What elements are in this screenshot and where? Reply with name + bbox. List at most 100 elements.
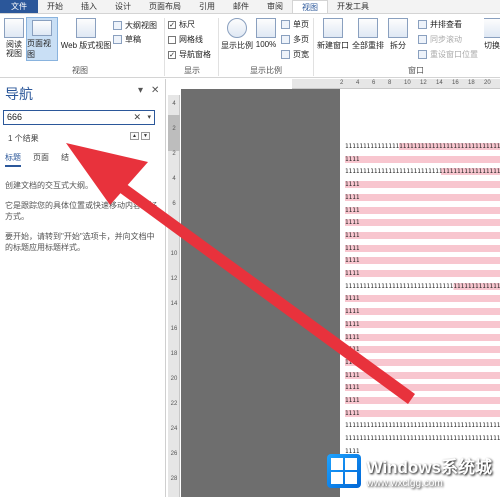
checkbox-empty-icon bbox=[168, 35, 176, 44]
nav-pane-label: 导航窗格 bbox=[179, 50, 211, 59]
checkbox-checked-icon: ✓ bbox=[168, 20, 176, 29]
search-options-icon[interactable]: ▾ bbox=[147, 111, 151, 124]
ruler-tick-label: 14 bbox=[170, 301, 178, 307]
document-line: 1111 bbox=[345, 371, 500, 379]
tab-file[interactable]: 文件 bbox=[0, 0, 38, 13]
side-by-side-button[interactable]: 并排查看 bbox=[418, 19, 462, 30]
ruler-tick-label: 4 bbox=[356, 80, 360, 86]
document-line: 1111 bbox=[345, 231, 500, 239]
tab-view[interactable]: 视图 bbox=[292, 0, 328, 13]
switch-window-button[interactable]: 切换 bbox=[484, 18, 500, 51]
tab-review[interactable]: 审阅 bbox=[258, 0, 292, 13]
page-icon bbox=[32, 20, 52, 36]
tab-page-layout[interactable]: 页面布局 bbox=[140, 0, 190, 13]
new-window-label: 新建窗口 bbox=[317, 41, 349, 50]
one-page-icon bbox=[281, 20, 290, 29]
close-icon[interactable]: ✕ bbox=[151, 85, 159, 96]
page-width-label: 页宽 bbox=[293, 50, 309, 59]
nav-search-input[interactable]: 666 ✕ ▾ bbox=[3, 110, 155, 125]
document-line: 1111 bbox=[345, 295, 500, 303]
document-page[interactable]: 1111 1111 1111 1111 1111 1111 1111 1111 1111 1111… bbox=[340, 89, 500, 497]
ruler-tick-label: 14 bbox=[436, 80, 443, 86]
document-line: 1111 bbox=[345, 346, 500, 354]
watermark-title: Windows系统城 bbox=[366, 458, 492, 477]
nav-tab-pages[interactable]: 页面 bbox=[33, 152, 49, 167]
navigation-pane: 导航 ▾ ✕ 666 ✕ ▾ 1 个结果 ▲ ▼ 标题 页面 结 创建文档的交互… bbox=[0, 79, 166, 497]
gridlines-checkbox[interactable]: 网格线 bbox=[168, 34, 203, 45]
read-mode-label: 阅读 视图 bbox=[6, 40, 22, 58]
document-line: 1111 bbox=[345, 219, 500, 227]
previous-result-icon[interactable]: ▲ bbox=[130, 132, 139, 140]
tab-mailings[interactable]: 邮件 bbox=[224, 0, 258, 13]
one-page-button[interactable]: 单页 bbox=[281, 19, 309, 30]
vertical-ruler[interactable]: 4 2 2 4 6 8 10 12 14 16 18 20 22 24 26 28 bbox=[168, 95, 180, 497]
sync-scroll-label: 同步滚动 bbox=[430, 35, 462, 44]
draft-icon bbox=[113, 35, 122, 44]
document-line: 1111 bbox=[345, 257, 500, 265]
document-line: 1111 bbox=[345, 155, 500, 163]
split-button[interactable]: 拆分 bbox=[387, 18, 409, 51]
web-layout-button[interactable]: Web 版式视图 bbox=[60, 18, 112, 51]
ribbon-tabs: 文件 开始 插入 设计 页面布局 引用 邮件 审阅 视图 开发工具 bbox=[0, 0, 500, 14]
zoom-100-button[interactable]: 100% bbox=[255, 18, 277, 49]
tab-insert[interactable]: 插入 bbox=[72, 0, 106, 13]
gridlines-label: 网格线 bbox=[179, 35, 203, 44]
nav-tab-results[interactable]: 结 bbox=[61, 152, 69, 167]
group-divider bbox=[313, 18, 314, 76]
ruler-tick-label: 24 bbox=[170, 426, 178, 432]
ruler-tick-label: 8 bbox=[172, 226, 176, 232]
multi-page-button[interactable]: 多页 bbox=[281, 34, 309, 45]
ruler-label: 标尺 bbox=[179, 20, 195, 29]
zoom-button[interactable]: 显示比例 bbox=[221, 18, 253, 51]
ruler-tick-label: 6 bbox=[372, 80, 376, 86]
next-result-icon[interactable]: ▼ bbox=[141, 132, 150, 140]
document-line: 1111 bbox=[345, 320, 500, 328]
reset-position-label: 重设窗口位置 bbox=[430, 50, 478, 59]
zoom-100-label: 100% bbox=[255, 40, 277, 49]
one-page-label: 单页 bbox=[293, 20, 309, 29]
reset-position-button[interactable]: 重设窗口位置 bbox=[418, 49, 478, 60]
draft-button[interactable]: 草稿 bbox=[113, 34, 141, 45]
tab-developer[interactable]: 开发工具 bbox=[328, 0, 378, 13]
switch-window-label: 切换 bbox=[484, 41, 500, 50]
nav-tab-headings[interactable]: 标题 bbox=[5, 152, 21, 167]
tab-design[interactable]: 设计 bbox=[106, 0, 140, 13]
ruler-tick-label: 2 bbox=[172, 126, 176, 132]
horizontal-ruler[interactable]: 2 4 6 8 10 12 14 16 18 20 bbox=[292, 79, 500, 89]
document-line: 1111111111111111111111111111111111111111… bbox=[345, 143, 500, 150]
new-window-button[interactable]: 新建窗口 bbox=[316, 18, 350, 51]
reset-position-icon bbox=[418, 50, 427, 59]
document-line: 1111111111111111111111111111111111111111… bbox=[345, 168, 500, 176]
ruler-tick-label: 28 bbox=[170, 476, 178, 482]
ruler-tick-label: 2 bbox=[172, 151, 176, 157]
outline-button[interactable]: 大纲视图 bbox=[113, 20, 157, 31]
sync-scroll-icon bbox=[418, 35, 427, 44]
multi-page-label: 多页 bbox=[293, 35, 309, 44]
tab-references[interactable]: 引用 bbox=[190, 0, 224, 13]
document-line: 1111111111111111111111111111111111111111… bbox=[345, 422, 500, 430]
arrange-all-icon bbox=[358, 18, 378, 38]
outline-icon bbox=[113, 21, 122, 30]
nav-help-text: 创建文档的交互式大纲。 它是跟踪您的具体位置或快速移动内容的好方式。 要开始，请… bbox=[5, 180, 160, 262]
show-group-label: 显示 bbox=[184, 66, 200, 75]
read-mode-button[interactable]: 阅读 视图 bbox=[3, 18, 25, 58]
ruler-checkbox[interactable]: ✓ 标尺 bbox=[168, 19, 195, 30]
search-value: 666 bbox=[7, 112, 23, 122]
clear-search-icon[interactable]: ✕ bbox=[133, 111, 141, 124]
ruler-tick-label: 18 bbox=[170, 351, 178, 357]
arrange-all-button[interactable]: 全部重排 bbox=[351, 18, 385, 51]
ruler-tick-label: 8 bbox=[388, 80, 392, 86]
chevron-down-icon[interactable]: ▾ bbox=[138, 85, 143, 96]
ribbon-view: 阅读 视图 页面视图 Web 版式视图 大纲视图 草稿 视图 ✓ 标尺 网格线 … bbox=[0, 14, 500, 78]
ruler-tick-label: 16 bbox=[170, 326, 178, 332]
tab-home[interactable]: 开始 bbox=[38, 0, 72, 13]
side-by-side-icon bbox=[418, 20, 427, 29]
web-layout-label: Web 版式视图 bbox=[60, 41, 112, 50]
nav-pane-checkbox[interactable]: ✓ 导航窗格 bbox=[168, 49, 211, 60]
print-layout-button[interactable]: 页面视图 bbox=[26, 17, 58, 61]
document-line: 1111 bbox=[345, 244, 500, 252]
page-width-button[interactable]: 页宽 bbox=[281, 49, 309, 60]
ruler-tick-label: 12 bbox=[420, 80, 427, 86]
sync-scroll-button[interactable]: 同步滚动 bbox=[418, 34, 462, 45]
group-divider bbox=[164, 18, 165, 76]
